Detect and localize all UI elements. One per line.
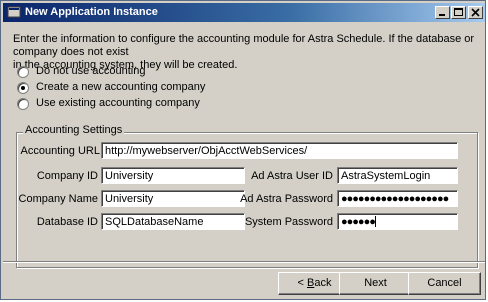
maximize-icon (454, 8, 463, 16)
back-prefix: < (297, 277, 307, 289)
separator-highlight (3, 262, 485, 263)
ad-astra-password-field[interactable]: ●●●●●●●●●●●●●●●●●●● (337, 190, 458, 207)
cancel-button[interactable]: Cancel (408, 272, 481, 295)
dialog-window: New Application Instance Enter the infor… (0, 0, 486, 300)
window-title: New Application Instance (25, 6, 158, 18)
company-id-label: Company ID (36, 170, 98, 182)
system-password-label: System Password (244, 216, 333, 228)
text-caret (374, 216, 376, 227)
ad-astra-password-label: Ad Astra Password (240, 193, 333, 205)
ad-astra-user-id-field[interactable]: AstraSystemLogin (337, 167, 458, 184)
radio-button-selected[interactable] (17, 82, 29, 94)
database-id-field[interactable]: SQLDatabaseName (101, 213, 245, 230)
company-name-field[interactable]: University (101, 190, 245, 207)
accounting-url-label: Accounting URL (20, 145, 101, 157)
radio-label: Create a new accounting company (36, 81, 206, 93)
close-icon (471, 8, 480, 17)
selected-dot-icon (21, 86, 25, 90)
radio-button[interactable] (17, 98, 29, 110)
instructions-line-1: Enter the information to configure the a… (13, 33, 475, 58)
ad-astra-user-id-label: Ad Astra User ID (251, 170, 333, 182)
company-id-field[interactable]: University (101, 167, 245, 184)
system-password-field[interactable]: ●●●●●● (337, 213, 458, 230)
database-id-label: Database ID (36, 216, 98, 228)
minimize-button[interactable] (435, 6, 450, 19)
close-button[interactable] (468, 6, 483, 19)
radio-button[interactable] (17, 66, 29, 78)
back-label-rest: ack (314, 277, 332, 289)
radio-label: Use existing accounting company (36, 97, 200, 109)
accounting-url-field[interactable]: http://mywebserver/ObjAcctWebServices/ (101, 142, 458, 159)
title-bar[interactable]: New Application Instance (3, 3, 485, 22)
minimize-icon (439, 14, 445, 16)
group-title: Accounting Settings (23, 124, 125, 136)
radio-label: Do not use accounting (36, 65, 146, 77)
company-name-label: Company Name (18, 193, 98, 205)
dialog-content: Enter the information to configure the a… (3, 22, 485, 299)
application-icon (7, 6, 21, 18)
system-password-value: ●●●●●● (341, 216, 376, 228)
maximize-button[interactable] (451, 6, 466, 19)
next-button[interactable]: Next (339, 272, 412, 295)
